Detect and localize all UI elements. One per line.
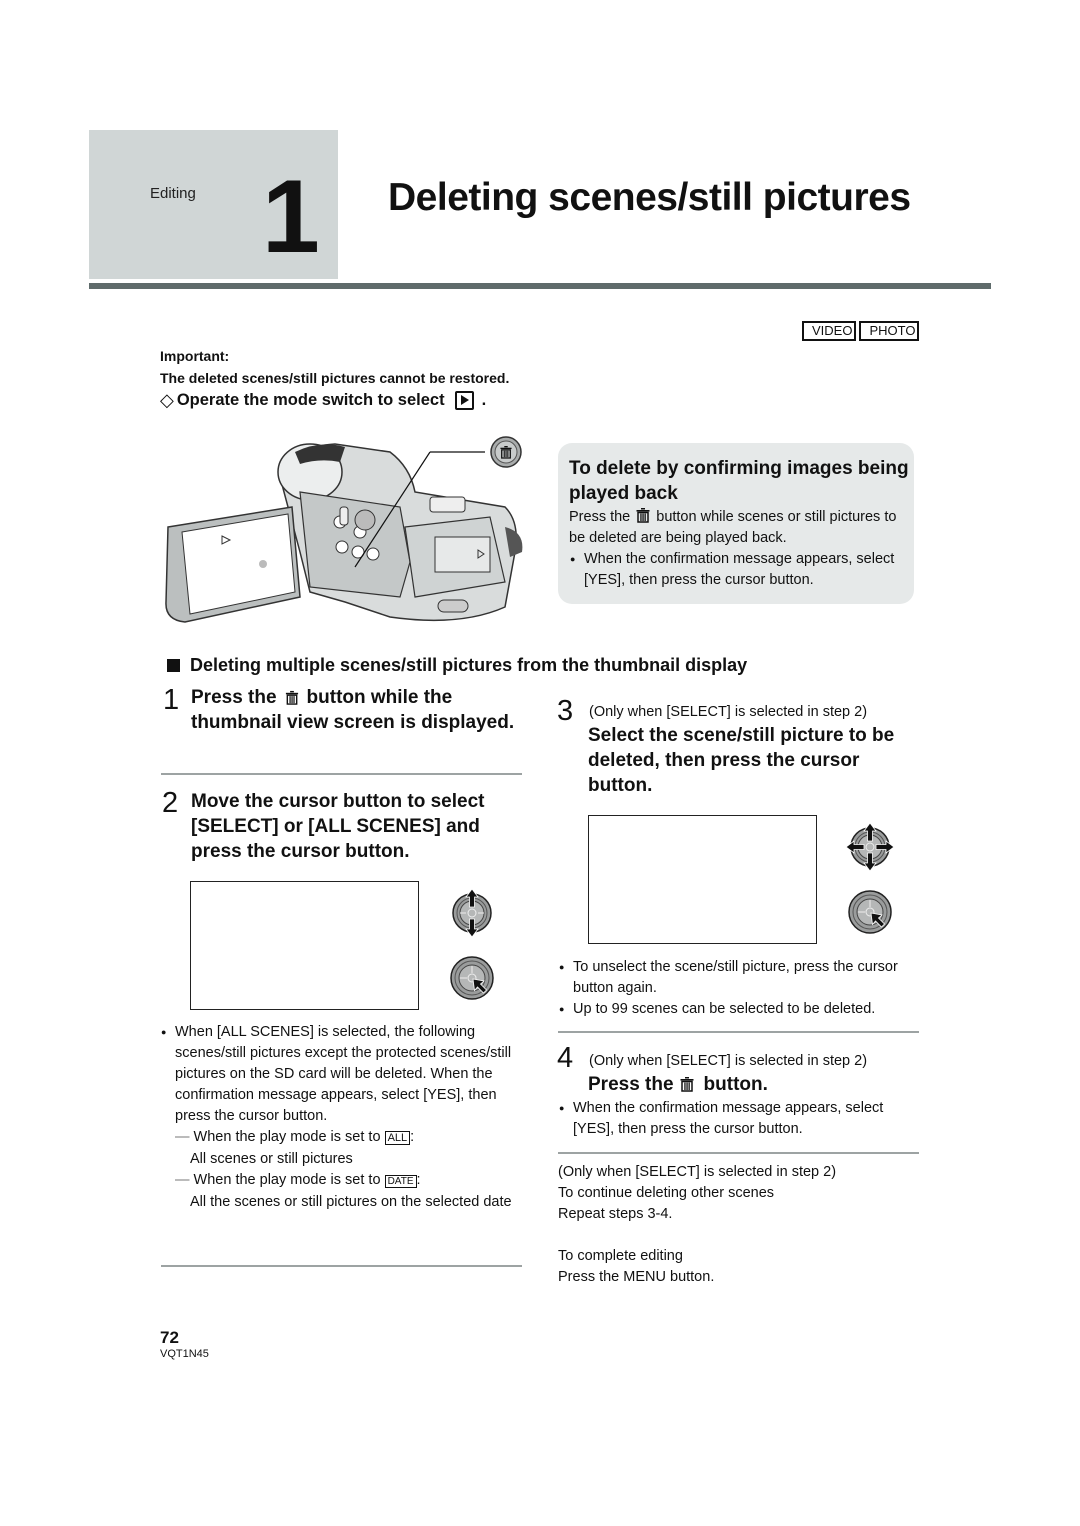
continue-notes: (Only when [SELECT] is selected in step … [558,1162,923,1225]
step-4-title: Press the button. [588,1072,768,1097]
step-1-title: Press the button while the thumbnail view… [191,685,521,735]
step-3-bullets: To unselect the scene/still picture, pre… [558,957,923,1020]
continue-note-line: (Only when [SELECT] is selected in step … [558,1164,837,1180]
info-box-title: To delete by confirming images being pla… [569,458,909,504]
step-4-number: 4 [557,1042,574,1074]
important-text: The deleted scenes/still pictures cannot… [160,370,510,386]
step-3-bullet: To unselect the scene/still picture, pre… [558,957,923,999]
step-2-bullet: When [ALL SCENES] is selected, the follo… [160,1022,525,1127]
step-4-bullet: When the confirmation message appears, s… [558,1098,923,1140]
step-2-number: 2 [162,787,179,819]
step-divider [161,773,522,775]
chapter-label: Editing [150,185,196,202]
section-title: Deleting multiple scenes/still pictures … [190,655,748,675]
square-bullet-icon [167,659,180,672]
page-number: 72 [160,1328,179,1347]
play-mode-icon [454,391,474,410]
thumbnail-screen-placeholder [190,881,419,1010]
mode-tags: VIDEO PHOTO [802,321,920,341]
step-1-number: 1 [163,684,180,716]
play-mode-item-date: — When the play mode is set to DATE: All… [160,1170,525,1213]
section-heading: Deleting multiple scenes/still pictures … [167,655,747,676]
step-1-title-pre: Press the [191,687,277,708]
camcorder-illustration [165,436,523,623]
step-3-note: (Only when [SELECT] is selected in step … [589,704,868,720]
step-4-title-pre: Press the [588,1074,674,1095]
trash-icon [680,1076,694,1092]
sub-item-colon: : [416,1172,421,1188]
continue-note-line: Repeat steps 3-4. [558,1206,673,1222]
step-4-notes: When the confirmation message appears, s… [558,1098,923,1140]
header-rule [89,283,991,289]
sub-item-detail: All the scenes or still pictures on the … [190,1194,512,1210]
step-divider [558,1152,919,1154]
play-mode-date-badge: DATE [384,1175,417,1188]
step-4-note: (Only when [SELECT] is selected in step … [589,1053,868,1069]
info-body-pre: Press the [569,509,631,525]
step-divider [558,1031,919,1033]
complete-notes: To complete editing Press the MENU butto… [558,1246,923,1288]
mode-tag-photo: PHOTO [859,321,920,341]
page-title: Deleting scenes/still pictures [388,176,911,219]
operate-text: Operate the mode switch to select [176,391,445,409]
diamond-icon: ◇ [160,390,174,410]
delete-button-callout-icon [490,436,522,468]
step-4-title-post: button. [703,1074,768,1095]
step-2-notes: When [ALL SCENES] is selected, the follo… [160,1022,525,1213]
info-box-body: Press the button while scenes or still pi… [569,507,914,591]
info-bullet: When the confirmation message appears, s… [569,549,914,591]
thumbnail-screen-placeholder [588,815,817,944]
sub-item-text: When the play mode is set to [193,1129,381,1145]
continue-note-line: To continue deleting other scenes [558,1185,775,1201]
step-3-title: Select the scene/still picture to be del… [588,725,895,796]
document-code: VQT1N45 [160,1348,209,1360]
chapter-number: 1 [262,159,320,275]
trash-icon [636,507,650,523]
complete-note-line: Press the MENU button. [558,1269,715,1285]
step-divider [161,1265,522,1267]
operate-instruction: ◇ Operate the mode switch to select . [160,390,486,411]
cursor-press-icon [447,953,497,1003]
step-3-bullet: Up to 99 scenes can be selected to be de… [558,999,923,1020]
cursor-press-icon [845,887,895,937]
cursor-up-down-icon [447,888,497,938]
important-label: Important: [160,348,230,364]
trash-icon [285,690,299,705]
sub-item-colon: : [410,1129,415,1145]
step-2-title: Move the cursor button to select [SELECT… [191,791,485,862]
play-mode-item-all: — When the play mode is set to ALL: All … [160,1127,525,1170]
operate-suffix: . [481,391,487,409]
step-3-number: 3 [557,695,574,727]
complete-note-line: To complete editing [558,1248,683,1264]
sub-item-text: When the play mode is set to [193,1172,381,1188]
play-mode-all-badge: ALL [384,1131,411,1145]
mode-tag-video: VIDEO [802,321,857,341]
sub-item-detail: All scenes or still pictures [190,1151,353,1167]
cursor-four-way-icon [845,822,895,872]
